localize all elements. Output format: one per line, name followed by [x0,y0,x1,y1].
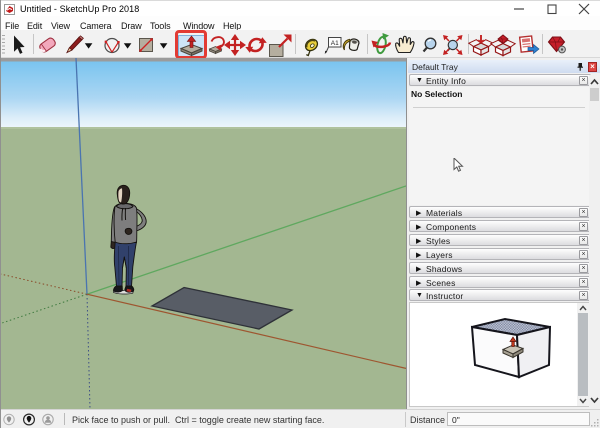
svg-text:A1: A1 [331,40,339,47]
